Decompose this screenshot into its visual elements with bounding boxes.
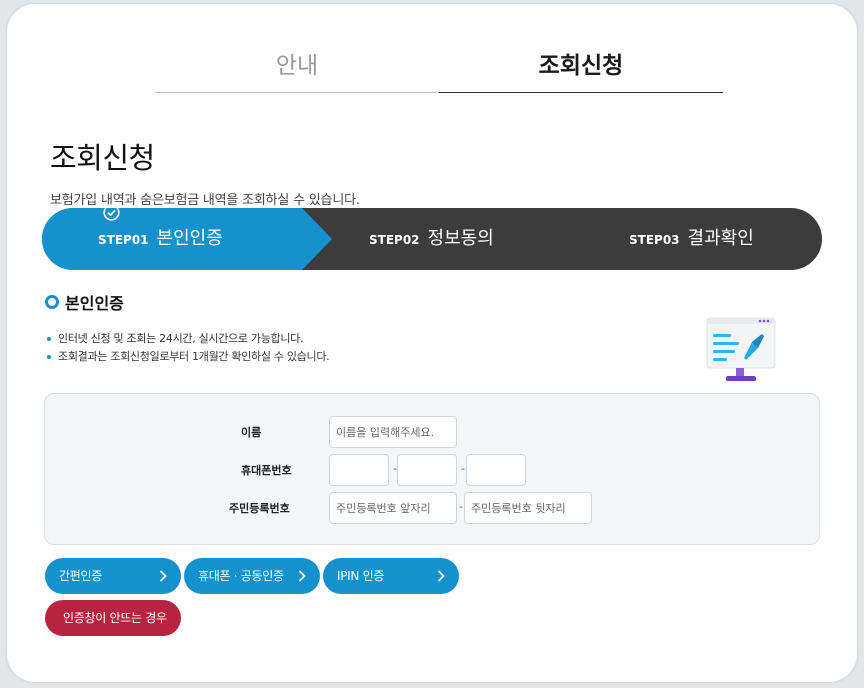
phone-separator: - — [461, 462, 465, 475]
tab-info[interactable]: 안내 — [155, 48, 439, 93]
step-03-number: STEP03 — [629, 233, 680, 247]
ipin-auth-label: IPIN 인증 — [337, 569, 385, 583]
popup-help-button[interactable]: 인증창이 안뜨는 경우 — [45, 600, 181, 636]
check-circle-icon — [103, 204, 120, 221]
phone-cert-auth-label: 휴대폰 · 공동인증 — [198, 569, 284, 583]
notice-item: 조회결과는 조회신청일로부터 1개월간 확인하실 수 있습니다. — [47, 348, 330, 366]
step-02-number: STEP02 — [369, 233, 420, 247]
auth-form: 이름 휴대폰번호 - - 주민등록번호 - — [44, 393, 820, 545]
ssn-front-input[interactable] — [329, 492, 457, 524]
section-bullet-icon — [45, 295, 59, 309]
step-01-number: STEP01 — [98, 233, 149, 247]
chevron-right-icon — [298, 570, 306, 582]
simple-auth-button[interactable]: 간편인증 — [45, 558, 181, 594]
chevron-right-icon — [159, 570, 167, 582]
page-description: 보험가입 내역과 숨은보험금 내역을 조회하실 수 있습니다. — [50, 193, 360, 208]
section-title: 본인인증 — [65, 294, 124, 313]
step-02: STEP02 정보동의 — [369, 208, 494, 270]
step-02-name: 정보동의 — [427, 228, 494, 249]
phone-part1-input[interactable] — [329, 454, 389, 486]
name-input[interactable] — [329, 416, 457, 448]
tab-bar: 안내 조회신청 — [155, 48, 723, 93]
ssn-label: 주민등록번호 — [229, 502, 290, 515]
name-label: 이름 — [241, 426, 262, 439]
phone-part3-input[interactable] — [466, 454, 526, 486]
phone-cert-auth-button[interactable]: 휴대폰 · 공동인증 — [184, 558, 320, 594]
step-01: STEP01 본인인증 — [98, 204, 223, 270]
phone-label: 휴대폰번호 — [241, 464, 292, 477]
tab-request[interactable]: 조회신청 — [439, 48, 723, 93]
notice-list: 인터넷 신청 및 조회는 24시간, 실시간으로 가능합니다. 조회결과는 조회… — [47, 330, 330, 366]
popup-help-label: 인증창이 안뜨는 경우 — [63, 611, 167, 625]
phone-part2-input[interactable] — [397, 454, 457, 486]
chevron-right-icon — [437, 570, 445, 582]
page-title: 조회신청 — [50, 141, 155, 175]
step-03: STEP03 결과확인 — [629, 208, 754, 270]
simple-auth-label: 간편인증 — [59, 569, 102, 583]
ssn-back-input[interactable] — [464, 492, 592, 524]
ipin-auth-button[interactable]: IPIN 인증 — [323, 558, 459, 594]
step-03-name: 결과확인 — [687, 228, 754, 249]
step-indicator: STEP01 본인인증 STEP02 정보동의 STEP03 결과확인 — [42, 204, 822, 270]
ssn-separator: - — [459, 500, 463, 513]
step-01-name: 본인인증 — [156, 228, 223, 249]
notice-item: 인터넷 신청 및 조회는 24시간, 실시간으로 가능합니다. — [47, 330, 329, 348]
monitor-pen-icon — [706, 317, 776, 381]
